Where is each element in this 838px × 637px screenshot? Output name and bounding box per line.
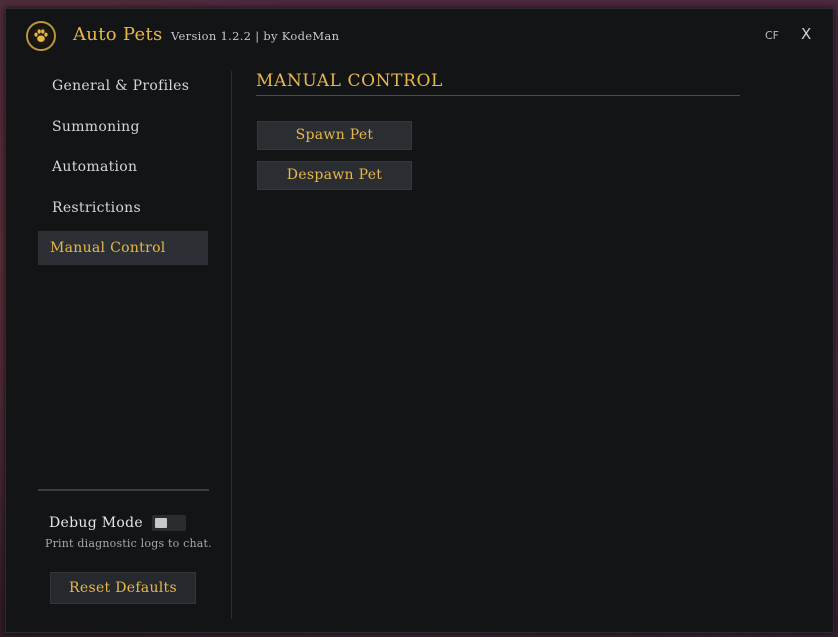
reset-defaults-button[interactable]: Reset Defaults <box>50 572 196 604</box>
despawn-pet-button[interactable]: Despawn Pet <box>257 161 412 190</box>
toggle-knob <box>155 518 167 528</box>
spawn-pet-button[interactable]: Spawn Pet <box>257 121 412 150</box>
cf-button[interactable]: CF <box>765 29 779 42</box>
sidebar-nav: General & Profiles Summoning Automation … <box>38 69 208 272</box>
version-text: Version 1.2.2 | by KodeMan <box>171 29 340 43</box>
sidebar-item-manual-control[interactable]: Manual Control <box>38 231 208 265</box>
logo-badge <box>26 21 56 51</box>
sidebar-item-summoning[interactable]: Summoning <box>38 110 208 144</box>
title-underline <box>256 95 740 96</box>
paw-icon <box>34 29 48 42</box>
debug-mode-description: Print diagnostic logs to chat. <box>45 537 212 550</box>
sidebar-item-restrictions[interactable]: Restrictions <box>38 191 208 225</box>
sidebar-footer-divider <box>38 489 209 491</box>
sidebar-divider <box>231 71 232 619</box>
sidebar-item-general-profiles[interactable]: General & Profiles <box>38 69 208 103</box>
debug-mode-label: Debug Mode <box>49 515 143 531</box>
close-button[interactable]: X <box>801 25 811 43</box>
sidebar-item-automation[interactable]: Automation <box>38 150 208 184</box>
debug-mode-toggle[interactable] <box>152 515 186 531</box>
page-title: MANUAL CONTROL <box>256 71 443 91</box>
app-title: Auto Pets <box>73 24 163 45</box>
addon-settings-window: Auto Pets Version 1.2.2 | by KodeMan CF … <box>5 8 834 633</box>
